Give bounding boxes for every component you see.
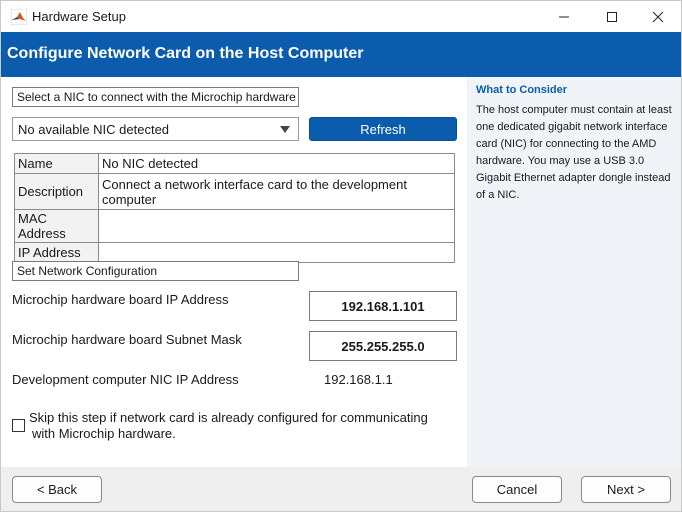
title-bar: Hardware Setup [1,1,681,32]
maximize-button[interactable] [589,1,635,32]
page-title: Configure Network Card on the Host Compu… [7,45,364,62]
refresh-button[interactable]: Refresh [309,117,457,141]
window-title: Hardware Setup [32,9,126,24]
hardware-setup-window: Hardware Setup Configure Network Card on… [0,0,682,512]
minimize-icon [559,16,569,17]
row-key: Name [14,153,99,174]
row-key: IP Address [14,242,99,263]
close-icon [652,11,664,22]
nic-details-table: Name No NIC detected Description Connect… [14,153,455,263]
table-row: IP Address [14,242,455,263]
minimize-button[interactable] [541,1,587,32]
footer-bar: < Back Cancel Next > [1,467,681,511]
skip-step-line-2: with Microchip hardware. [32,426,176,441]
row-value [98,209,455,243]
close-button[interactable] [635,1,681,32]
subnet-mask-label: Microchip hardware board Subnet Mask [12,332,242,347]
table-row: MAC Address [14,209,455,243]
info-pane: What to Consider The host computer must … [467,77,681,467]
back-button[interactable]: < Back [12,476,102,503]
dev-nic-ip-value: 192.168.1.1 [324,372,393,387]
row-value: Connect a network interface card to the … [98,173,455,210]
select-nic-label: Select a NIC to connect with the Microch… [12,87,299,107]
subnet-mask-field[interactable]: 255.255.255.0 [309,331,457,361]
dev-nic-ip-label: Development computer NIC IP Address [12,372,239,387]
nic-dropdown-value: No available NIC detected [18,122,170,137]
board-ip-label: Microchip hardware board IP Address [12,292,229,307]
header-banner: Configure Network Card on the Host Compu… [1,32,681,77]
info-body: The host computer must contain at least … [476,104,672,201]
network-config-label: Set Network Configuration [12,261,299,281]
row-value [98,242,455,263]
chevron-down-icon [280,126,290,133]
table-row: Name No NIC detected [14,153,455,174]
skip-step-label: Skip this step if network card is alread… [29,410,449,442]
skip-step-checkbox[interactable] [12,419,25,432]
info-heading: What to Consider [476,84,568,96]
skip-step-line-1: Skip this step if network card is alread… [29,410,428,425]
nic-dropdown[interactable]: No available NIC detected [12,117,299,141]
board-ip-field[interactable]: 192.168.1.101 [309,291,457,321]
cancel-button[interactable]: Cancel [472,476,562,503]
row-key: MAC Address [14,209,99,243]
row-value: No NIC detected [98,153,455,174]
maximize-icon [607,11,617,22]
matlab-membrane-icon [11,9,27,25]
table-row: Description Connect a network interface … [14,173,455,210]
row-key: Description [14,173,99,210]
next-button[interactable]: Next > [581,476,671,503]
